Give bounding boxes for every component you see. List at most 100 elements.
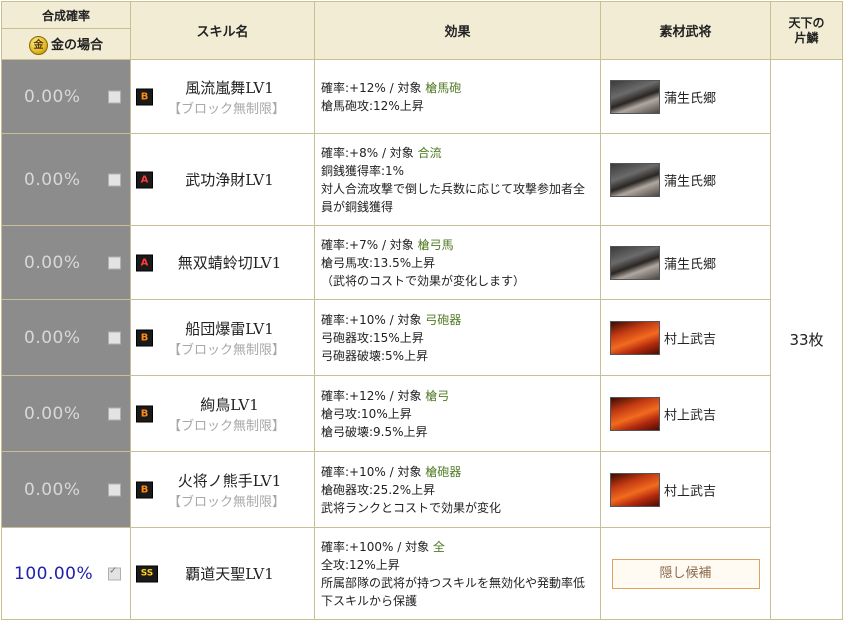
rank-a-icon: A <box>136 171 153 188</box>
skill-cell: B 火将ノ熊手LV1 【ブロック無制限】 <box>130 451 315 528</box>
effect-line: 槍砲器攻:25.2%上昇 <box>321 482 436 497</box>
skill-name: 絢鳥LV1 <box>200 395 259 414</box>
skill-cell: B 船団爆雷LV1 【ブロック無制限】 <box>130 299 315 376</box>
effect-cell: 確率:+12% / 対象 槍弓 槍弓攻:10%上昇 槍弓破壊:9.5%上昇 <box>314 375 601 452</box>
effect-line-rate: 確率:+12% / 対象 槍弓 <box>321 387 594 405</box>
skill-cell: A 武功浄財LV1 <box>130 133 315 226</box>
skill-cell: B 風流嵐舞LV1 【ブロック無制限】 <box>130 59 315 134</box>
effect-line-rate: 確率:+12% / 対象 槍馬砲 <box>321 79 594 97</box>
material-general-name: 村上武吉 <box>664 332 717 347</box>
general-portrait <box>610 396 660 431</box>
effect-target: 槍砲器 <box>425 464 462 479</box>
skill-name-header: スキル名 <box>130 1 315 60</box>
synthesis-rate: 0.00% <box>24 403 81 424</box>
select-checkbox[interactable] <box>108 565 121 580</box>
effect-rate-text: 確率:+12% / 対象 <box>321 388 426 403</box>
effect-rate-text: 確率:+7% / 対象 <box>321 237 418 252</box>
synthesis-rate: 0.00% <box>24 252 81 273</box>
effect-line: 槍弓馬攻:13.5%上昇 <box>321 255 436 270</box>
skill-name: 船団爆雷LV1 <box>185 319 274 338</box>
general-portrait <box>610 162 660 197</box>
effect-target: 槍弓 <box>425 388 450 403</box>
hidden-candidate-button[interactable]: 隠し候補 <box>611 558 760 589</box>
block-unlimited-note: 【ブロック無制限】 <box>167 494 285 510</box>
material-cell: 村上武吉 <box>600 451 771 528</box>
table-row: 100.00% SS 覇道天聖LV1 確率:+100% / 対象 全全攻:12%上昇所… <box>1 527 843 620</box>
synthesis-rate: 0.00% <box>24 327 81 348</box>
synthesis-rate: 100.00% <box>14 563 94 584</box>
tenka-header-label: 天下の片鱗 <box>788 15 825 45</box>
select-checkbox[interactable] <box>108 90 121 103</box>
effect-cell: 確率:+100% / 対象 全全攻:12%上昇 所属部隊の武将が持つスキルを無効化… <box>314 527 601 620</box>
effect-target: 全 <box>432 539 445 554</box>
general-portrait <box>610 320 660 355</box>
rank-b-icon: B <box>136 329 153 346</box>
general-portrait <box>610 79 660 114</box>
effect-line: 武将ランクとコストで効果が変化 <box>321 500 502 515</box>
table-row: 0.00% A 武功浄財LV1 確率:+8% / 対象 合流 銅銭獲得率:1% 対人合流攻… <box>1 133 843 226</box>
effect-line: 弓砲器攻:15%上昇 <box>321 330 424 345</box>
table-row: 0.00% B 火将ノ熊手LV1 【ブロック無制限】 確率:+10% / 対象 槍砲器槍… <box>1 451 843 528</box>
select-checkbox[interactable] <box>108 407 121 420</box>
material-cell: 蒲生氏郷 <box>600 225 771 300</box>
rank-b-icon: B <box>136 481 153 498</box>
rate-header: 合成確率 <box>1 1 131 29</box>
general-portrait <box>610 245 660 280</box>
skill-cell: SS 覇道天聖LV1 <box>130 527 315 620</box>
effect-line-rate: 確率:+10% / 対象 弓砲器 <box>321 311 594 329</box>
table-row: 0.00% B 船団爆雷LV1 【ブロック無制限】 確率:+10% / 対象 弓砲器 弓砲… <box>1 299 843 376</box>
effect-header-label: 効果 <box>444 25 471 40</box>
select-checkbox[interactable] <box>108 483 121 496</box>
effect-line: 全攻:12%上昇 <box>321 557 400 572</box>
material-cell: 蒲生氏郷 <box>600 133 771 226</box>
select-checkbox[interactable] <box>108 331 121 344</box>
select-checkbox[interactable] <box>108 173 121 186</box>
effect-line-rate: 確率:+100% / 対象 全 <box>321 538 594 556</box>
tenka-header: 天下の片鱗 <box>770 1 843 60</box>
effect-line: 銅銭獲得率:1% <box>321 163 405 178</box>
select-checkbox[interactable] <box>108 256 121 269</box>
gold-case-label: 金の場合 <box>50 37 103 53</box>
material-cell: 隠し候補 <box>600 527 771 620</box>
skill-cell: B 絢鳥LV1 【ブロック無制限】 <box>130 375 315 452</box>
material-header-label: 素材武将 <box>659 25 712 40</box>
effect-rate-text: 確率:+10% / 対象 <box>321 464 426 479</box>
effect-line: 弓砲器破壊:5%上昇 <box>321 348 429 363</box>
gold-case-header: 金金の場合 <box>1 28 131 60</box>
skill-name: 風流嵐舞LV1 <box>185 78 274 97</box>
rank-a-icon: A <box>136 254 153 271</box>
effect-target: 合流 <box>417 145 442 160</box>
effect-cell: 確率:+10% / 対象 槍砲器槍砲器攻:25.2%上昇武将ランクとコストで効果… <box>314 451 601 528</box>
rate-header-label: 合成確率 <box>41 8 90 23</box>
synthesis-rate: 0.00% <box>24 86 81 107</box>
table-row: 0.00% B 絢鳥LV1 【ブロック無制限】 確率:+12% / 対象 槍弓 槍弓攻:1… <box>1 375 843 452</box>
effect-cell: 確率:+8% / 対象 合流 銅銭獲得率:1% 対人合流攻撃で倒した兵数に応じて攻撃… <box>314 133 601 226</box>
skill-name: 火将ノ熊手LV1 <box>177 471 282 490</box>
effect-target: 槍弓馬 <box>417 237 454 252</box>
rank-ss-icon: SS <box>136 565 158 582</box>
effect-rate-text: 確率:+10% / 対象 <box>321 312 426 327</box>
rate-cell: 0.00% <box>1 59 131 134</box>
effect-cell: 確率:+10% / 対象 弓砲器 弓砲器攻:15%上昇 弓砲器破壊:5%上昇 <box>314 299 601 376</box>
synthesis-rate: 0.00% <box>24 169 81 190</box>
effect-target: 弓砲器 <box>425 312 462 327</box>
effect-target: 槍馬砲 <box>425 80 462 95</box>
skill-name: 無双蜻蛉切LV1 <box>177 254 282 272</box>
effect-line: 槍馬砲攻:12%上昇 <box>321 98 424 113</box>
effect-rate-text: 確率:+100% / 対象 <box>321 539 433 554</box>
material-cell: 村上武吉 <box>600 299 771 376</box>
material-general-name: 村上武吉 <box>664 484 717 499</box>
block-unlimited-note: 【ブロック無制限】 <box>167 418 285 434</box>
block-unlimited-note: 【ブロック無制限】 <box>167 101 285 117</box>
table-row: 0.00% A 無双蜻蛉切LV1 確率:+7% / 対象 槍弓馬 槍弓馬攻:13.5%上… <box>1 225 843 300</box>
skill-synthesis-table: 合成確率 スキル名 効果 素材武将 天下の片鱗 金金の場合 0.00% B 風流嵐舞… <box>1 1 843 620</box>
rate-cell: 0.00% <box>1 451 131 528</box>
table-row: 0.00% B 風流嵐舞LV1 【ブロック無制限】 確率:+12% / 対象 槍馬砲 槍馬… <box>1 59 843 620</box>
general-portrait <box>610 472 660 507</box>
effect-rate-text: 確率:+12% / 対象 <box>321 80 426 95</box>
material-cell: 村上武吉 <box>600 375 771 452</box>
effect-line-rate: 確率:+7% / 対象 槍弓馬 <box>321 236 594 254</box>
material-general-name: 村上武吉 <box>664 408 717 423</box>
effect-line: （武将のコストで効果が変化します） <box>321 273 526 288</box>
effect-line: 槍弓破壊:9.5%上昇 <box>321 424 428 439</box>
